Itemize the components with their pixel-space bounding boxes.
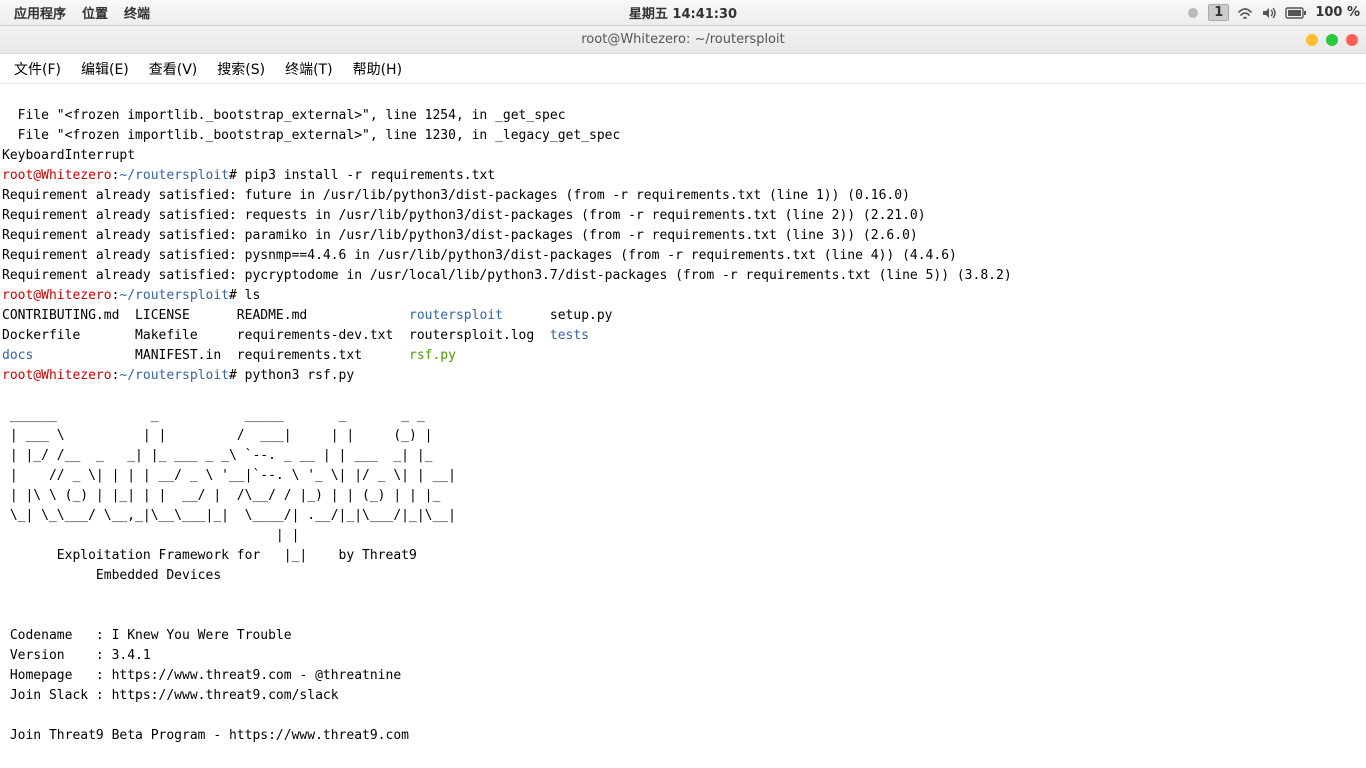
ascii-banner: Exploitation Framework for |_| by Threat… — [2, 548, 417, 563]
ascii-banner: ______ _ _____ _ _ _ — [2, 408, 425, 423]
maximize-button[interactable] — [1326, 34, 1338, 46]
record-icon[interactable] — [1186, 6, 1200, 20]
ls-directory: routersploit — [409, 308, 503, 323]
output-line: Requirement already satisfied: future in… — [2, 188, 910, 203]
volume-icon[interactable] — [1261, 6, 1277, 20]
ls-entry: CONTRIBUTING.md LICENSE README.md — [2, 308, 409, 323]
output-line: File "<frozen importlib._bootstrap_exter… — [2, 128, 620, 143]
command-text: # python3 rsf.py — [229, 368, 354, 383]
prompt-user: root@Whitezero — [2, 288, 112, 303]
wifi-icon[interactable] — [1237, 6, 1253, 20]
edit-menu[interactable]: 编辑(E) — [71, 53, 139, 85]
ls-directory: tests — [550, 328, 589, 343]
ascii-banner: | |_/ /__ _ _| |_ ___ _ _\ `--. _ __ | |… — [2, 448, 432, 463]
places-menu[interactable]: 位置 — [74, 0, 116, 26]
prompt-path: ~/routersploit — [119, 288, 229, 303]
battery-icon[interactable] — [1285, 7, 1307, 19]
output-line: Requirement already satisfied: pysnmp==4… — [2, 248, 957, 263]
command-text: # pip3 install -r requirements.txt — [229, 168, 495, 183]
output-line: Join Slack : https://www.threat9.com/sla… — [2, 688, 339, 703]
output-line: Requirement already satisfied: paramiko … — [2, 228, 918, 243]
ascii-banner: | // _ \| | | | __/ _ \ '__|`--. \ '_ \|… — [2, 468, 456, 483]
ascii-banner: | ___ \ | | / ___| | | (_) | — [2, 428, 432, 443]
terminal-output[interactable]: File "<frozen importlib._bootstrap_exter… — [0, 84, 1366, 768]
minimize-button[interactable] — [1306, 34, 1318, 46]
prompt-user: root@Whitezero — [2, 168, 112, 183]
prompt-path: ~/routersploit — [119, 168, 229, 183]
clock-label[interactable]: 星期五 14:41:30 — [629, 3, 737, 22]
output-line: Join Threat9 Beta Program - https://www.… — [2, 728, 409, 743]
prompt-user: root@Whitezero — [2, 368, 112, 383]
terminal-submenu[interactable]: 终端(T) — [275, 53, 342, 85]
output-line: Requirement already satisfied: requests … — [2, 208, 926, 223]
output-line: Requirement already satisfied: pycryptod… — [2, 268, 1012, 283]
ascii-banner: | |\ \ (_) | |_| | | __/ | /\__/ / |_) |… — [2, 488, 440, 503]
ls-executable: rsf.py — [409, 348, 456, 363]
applications-menu[interactable]: 应用程序 — [6, 0, 74, 26]
output-line: Codename : I Knew You Were Trouble — [2, 628, 292, 643]
output-line: File "<frozen importlib._bootstrap_exter… — [2, 108, 566, 123]
output-line: Version : 3.4.1 — [2, 648, 151, 663]
window-titlebar: root@Whitezero: ~/routersploit — [0, 26, 1366, 54]
ascii-banner: | | — [2, 528, 299, 543]
terminal-menu[interactable]: 终端 — [116, 0, 158, 26]
view-menu[interactable]: 查看(V) — [139, 53, 208, 85]
ls-directory: docs — [2, 348, 33, 363]
window-title: root@Whitezero: ~/routersploit — [581, 32, 784, 47]
ascii-banner: \_| \_\___/ \__,_|\__\___|_| \____/| .__… — [2, 508, 456, 523]
terminal-menubar: 文件(F) 编辑(E) 查看(V) 搜索(S) 终端(T) 帮助(H) — [0, 54, 1366, 84]
command-text: # ls — [229, 288, 260, 303]
ls-entry: Dockerfile Makefile requirements-dev.txt… — [2, 328, 550, 343]
output-line: KeyboardInterrupt — [2, 148, 135, 163]
ascii-banner: Embedded Devices — [2, 568, 221, 583]
ls-entry: setup.py — [503, 308, 613, 323]
workspace-indicator[interactable]: 1 — [1208, 4, 1229, 21]
search-menu[interactable]: 搜索(S) — [207, 53, 275, 85]
help-menu[interactable]: 帮助(H) — [343, 53, 412, 85]
close-button[interactable] — [1346, 34, 1358, 46]
prompt-path: ~/routersploit — [119, 368, 229, 383]
output-line: Homepage : https://www.threat9.com - @th… — [2, 668, 401, 683]
file-menu[interactable]: 文件(F) — [4, 53, 71, 85]
system-top-bar: 应用程序 位置 终端 星期五 14:41:30 1 100 % — [0, 0, 1366, 26]
battery-percent: 100 % — [1315, 5, 1360, 20]
ls-entry: MANIFEST.in requirements.txt — [33, 348, 409, 363]
